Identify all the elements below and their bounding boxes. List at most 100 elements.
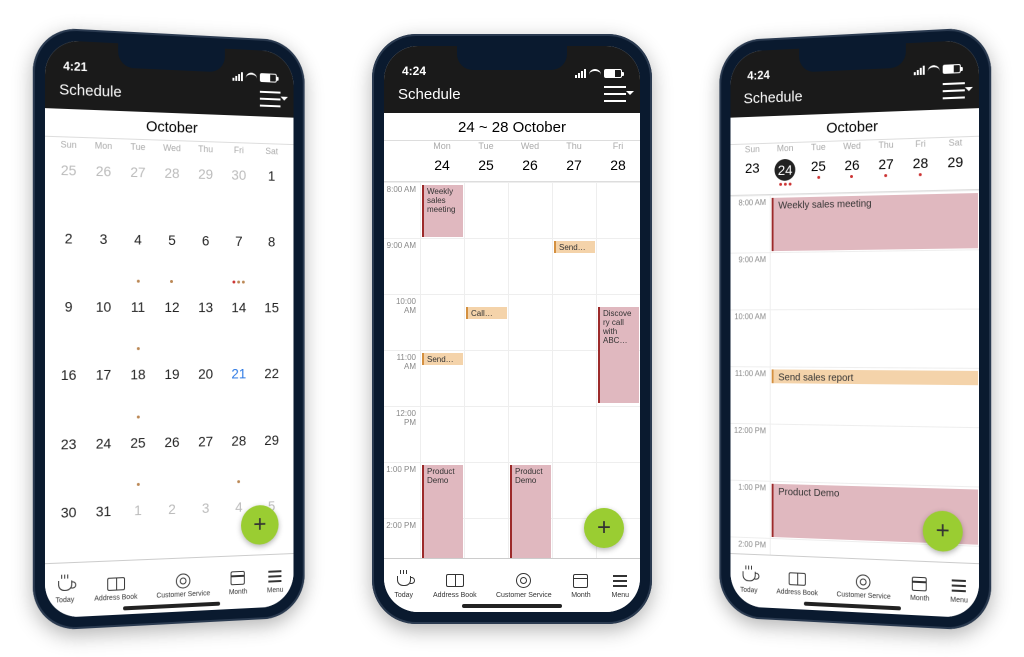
- add-button[interactable]: +: [584, 508, 624, 548]
- day-cell[interactable]: 31: [86, 492, 121, 561]
- day-dates-row[interactable]: 23242526272829: [730, 146, 979, 195]
- day-cell[interactable]: 11: [121, 288, 155, 356]
- time-slot[interactable]: [464, 463, 508, 518]
- day-cell[interactable]: 19: [155, 356, 189, 424]
- event[interactable]: Call…: [466, 307, 507, 319]
- week-date[interactable]: 25: [464, 157, 508, 173]
- time-slot[interactable]: Call…: [464, 295, 508, 350]
- time-slot[interactable]: [464, 519, 508, 558]
- event[interactable]: Send…: [554, 241, 595, 253]
- day-cell[interactable]: 16: [51, 356, 86, 425]
- time-slot[interactable]: [420, 407, 464, 462]
- day-cell[interactable]: 23: [51, 425, 86, 494]
- time-slot[interactable]: [596, 351, 640, 406]
- day-cell[interactable]: 7: [222, 223, 255, 290]
- week-date[interactable]: 27: [552, 157, 596, 173]
- day-cell[interactable]: 9: [51, 288, 86, 357]
- event[interactable]: Weekly sales meeting: [772, 193, 978, 251]
- day-date[interactable]: 28: [903, 154, 938, 182]
- day-date[interactable]: 27: [869, 155, 903, 183]
- event[interactable]: Send sales report: [772, 369, 978, 385]
- time-slot[interactable]: [420, 239, 464, 294]
- time-slot[interactable]: Discove ry call with ABC…: [596, 295, 640, 350]
- week-date[interactable]: 28: [596, 157, 640, 173]
- time-slot[interactable]: Weekly sales meeting: [420, 183, 464, 238]
- day-cell[interactable]: 3: [86, 220, 121, 288]
- day-cell[interactable]: 10: [86, 288, 121, 356]
- time-slot[interactable]: [552, 183, 596, 238]
- time-slot[interactable]: [508, 295, 552, 350]
- time-slot[interactable]: [420, 295, 464, 350]
- week-dates-row[interactable]: 2425262728: [384, 151, 640, 182]
- day-cell[interactable]: 8: [255, 223, 288, 289]
- time-slot[interactable]: [464, 239, 508, 294]
- day-cell[interactable]: 6: [189, 222, 222, 289]
- tab-month[interactable]: Month: [571, 572, 591, 599]
- day-cell[interactable]: 15: [255, 289, 288, 355]
- time-slot[interactable]: [596, 407, 640, 462]
- tab-today[interactable]: Today: [55, 576, 75, 604]
- tab-customer-service[interactable]: Customer Service: [156, 570, 210, 599]
- day-date[interactable]: 24: [769, 158, 802, 186]
- time-slot[interactable]: [508, 351, 552, 406]
- day-cell[interactable]: 18: [121, 356, 155, 424]
- day-cell[interactable]: 27: [189, 422, 222, 490]
- tab-address-book[interactable]: Address Book: [776, 568, 817, 597]
- month-grid[interactable]: 2526272829301234567891011121314151617181…: [45, 151, 294, 563]
- day-cell[interactable]: 3: [189, 489, 222, 557]
- tab-address-book[interactable]: Address Book: [433, 572, 477, 599]
- time-slot[interactable]: [552, 295, 596, 350]
- week-date[interactable]: 26: [508, 157, 552, 173]
- day-time-grid[interactable]: 8:00 AMWeekly sales meeting9:00 AM10:00 …: [730, 189, 979, 562]
- day-cell[interactable]: 13: [189, 289, 222, 356]
- day-cell[interactable]: 20: [189, 356, 222, 423]
- day-cell[interactable]: 30: [51, 493, 86, 563]
- time-slot[interactable]: [420, 519, 464, 558]
- day-cell[interactable]: 28: [155, 154, 189, 222]
- tab-today[interactable]: Today: [394, 572, 414, 599]
- time-slot[interactable]: Weekly sales meeting: [770, 190, 979, 251]
- time-slot[interactable]: [552, 407, 596, 462]
- week-time-grid[interactable]: 8:00 AMWeekly sales meeting9:00 AMSend…1…: [384, 182, 640, 558]
- tab-customer-service[interactable]: Customer Service: [836, 571, 890, 601]
- time-slot[interactable]: [508, 407, 552, 462]
- time-slot[interactable]: Send…: [420, 351, 464, 406]
- day-cell[interactable]: 2: [51, 219, 86, 288]
- time-slot[interactable]: [770, 309, 979, 367]
- time-slot[interactable]: [552, 463, 596, 518]
- day-cell[interactable]: 1: [255, 157, 288, 224]
- tab-menu[interactable]: Menu: [610, 572, 630, 599]
- day-cell[interactable]: 26: [155, 423, 189, 491]
- view-switch-icon[interactable]: [260, 90, 281, 107]
- tab-address-book[interactable]: Address Book: [94, 573, 137, 602]
- day-cell[interactable]: 24: [86, 424, 121, 493]
- tab-menu[interactable]: Menu: [266, 567, 285, 594]
- time-slot[interactable]: Send…: [552, 239, 596, 294]
- view-switch-icon[interactable]: [943, 81, 965, 98]
- day-cell[interactable]: 25: [51, 151, 86, 220]
- tab-month[interactable]: Month: [229, 568, 248, 596]
- day-date[interactable]: 23: [736, 159, 769, 186]
- day-cell[interactable]: 26: [86, 152, 121, 221]
- time-slot[interactable]: [464, 407, 508, 462]
- day-cell[interactable]: 29: [189, 155, 222, 223]
- time-slot[interactable]: [770, 424, 979, 486]
- day-date[interactable]: 25: [802, 157, 835, 185]
- day-cell[interactable]: 30: [222, 156, 255, 223]
- day-date[interactable]: 29: [938, 153, 973, 181]
- event[interactable]: Send…: [422, 353, 463, 365]
- day-cell[interactable]: 29: [255, 421, 288, 488]
- time-slot[interactable]: [508, 239, 552, 294]
- time-slot[interactable]: [464, 351, 508, 406]
- day-cell[interactable]: 12: [155, 289, 189, 356]
- day-cell[interactable]: 28: [222, 422, 255, 489]
- time-slot[interactable]: [464, 183, 508, 238]
- time-slot[interactable]: [596, 183, 640, 238]
- event[interactable]: Weekly sales meeting: [422, 185, 463, 237]
- time-slot[interactable]: Product Demo: [508, 463, 552, 518]
- day-cell[interactable]: 22: [255, 355, 288, 421]
- day-cell[interactable]: 17: [86, 356, 121, 424]
- tab-customer-service[interactable]: Customer Service: [496, 572, 552, 599]
- day-cell[interactable]: 14: [222, 289, 255, 356]
- time-slot[interactable]: [770, 250, 979, 309]
